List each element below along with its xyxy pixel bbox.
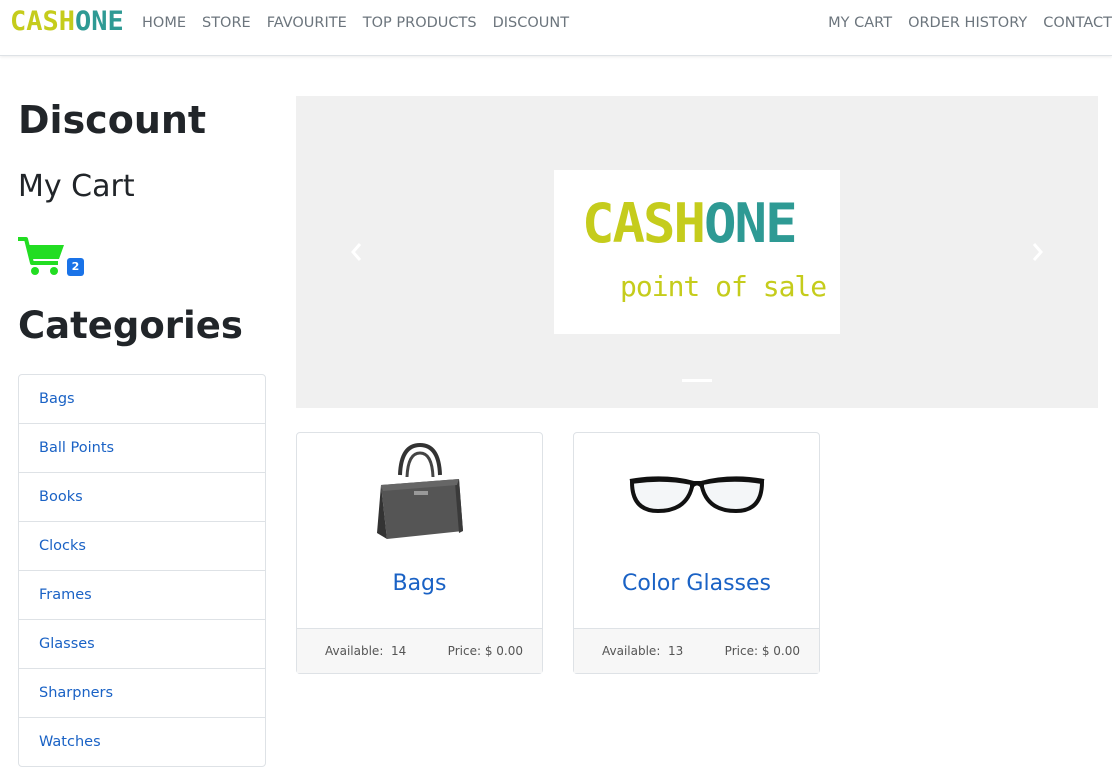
shopping-cart-icon[interactable]: [18, 235, 66, 277]
category-list: Bags Ball Points Books Clocks Frames Gla…: [18, 374, 266, 767]
availability-value: 14: [391, 644, 407, 658]
price-label: Price:: [447, 644, 481, 658]
chevron-right-icon: [1032, 243, 1043, 261]
category-item-bags[interactable]: Bags: [19, 375, 265, 424]
nav-home-link[interactable]: HOME: [142, 15, 186, 31]
price-value: $ 0.00: [761, 644, 800, 658]
availability-value: 13: [668, 644, 684, 658]
nav-discount-link[interactable]: DISCOUNT: [493, 15, 570, 31]
carousel-slide-logo: CASHONE point of sale: [554, 170, 840, 334]
top-navbar: CASHONE HOME STORE FAVOURITE TOP PRODUCT…: [0, 0, 1112, 56]
categories-heading: Categories: [18, 304, 243, 347]
banner-carousel: CASHONE point of sale: [296, 96, 1098, 408]
category-item-sharpners[interactable]: Sharpners: [19, 669, 265, 718]
my-cart-heading: My Cart: [18, 169, 135, 204]
brand-logo[interactable]: CASHONE: [10, 6, 124, 37]
nav-contact-link[interactable]: CONTACT: [1043, 15, 1112, 31]
carousel-indicator[interactable]: [682, 379, 712, 382]
nav-order-history-link[interactable]: ORDER HISTORY: [908, 15, 1027, 31]
product-title[interactable]: Bags: [297, 571, 542, 596]
chevron-left-icon: [351, 243, 362, 261]
carousel-prev-button[interactable]: [344, 236, 368, 268]
carousel-logo-cash: CASH: [582, 192, 706, 255]
product-card-footer: Available: 13 Price: $ 0.00: [574, 628, 819, 673]
product-title[interactable]: Color Glasses: [574, 571, 819, 596]
brand-logo-cash: CASH: [10, 6, 76, 37]
carousel-logo-tagline: point of sale: [620, 270, 827, 303]
category-item-clocks[interactable]: Clocks: [19, 522, 265, 571]
cart-count-badge: 2: [67, 258, 84, 276]
nav-right-menu: MY CART ORDER HISTORY CONTACT: [812, 15, 1112, 31]
nav-my-cart-link[interactable]: MY CART: [828, 15, 892, 31]
product-price: Price: $ 0.00: [448, 644, 523, 658]
price-value: $ 0.00: [484, 644, 523, 658]
product-availability: Available: 13: [602, 644, 683, 658]
product-card-bags[interactable]: Bags Available: 14 Price: $ 0.00: [296, 432, 543, 674]
category-item-books[interactable]: Books: [19, 473, 265, 522]
brand-logo-one: ONE: [75, 6, 124, 37]
category-item-glasses[interactable]: Glasses: [19, 620, 265, 669]
glasses-icon: [574, 433, 819, 553]
availability-label: Available:: [325, 644, 384, 658]
product-card-color-glasses[interactable]: Color Glasses Available: 13 Price: $ 0.0…: [573, 432, 820, 674]
price-label: Price:: [724, 644, 758, 658]
carousel-next-button[interactable]: [1026, 236, 1050, 268]
nav-store-link[interactable]: STORE: [202, 15, 251, 31]
product-price: Price: $ 0.00: [725, 644, 800, 658]
availability-label: Available:: [602, 644, 661, 658]
nav-favourite-link[interactable]: FAVOURITE: [267, 15, 347, 31]
product-availability: Available: 14: [325, 644, 406, 658]
nav-top-products-link[interactable]: TOP PRODUCTS: [363, 15, 477, 31]
carousel-logo-one: ONE: [704, 192, 798, 255]
category-item-frames[interactable]: Frames: [19, 571, 265, 620]
category-item-watches[interactable]: Watches: [19, 718, 265, 766]
product-card-footer: Available: 14 Price: $ 0.00: [297, 628, 542, 673]
carousel-logo-text: CASHONE: [582, 192, 798, 255]
handbag-icon: [297, 433, 542, 553]
discount-heading: Discount: [18, 98, 207, 142]
category-item-ball-points[interactable]: Ball Points: [19, 424, 265, 473]
nav-left-menu: HOME STORE FAVOURITE TOP PRODUCTS DISCOU…: [142, 15, 585, 31]
